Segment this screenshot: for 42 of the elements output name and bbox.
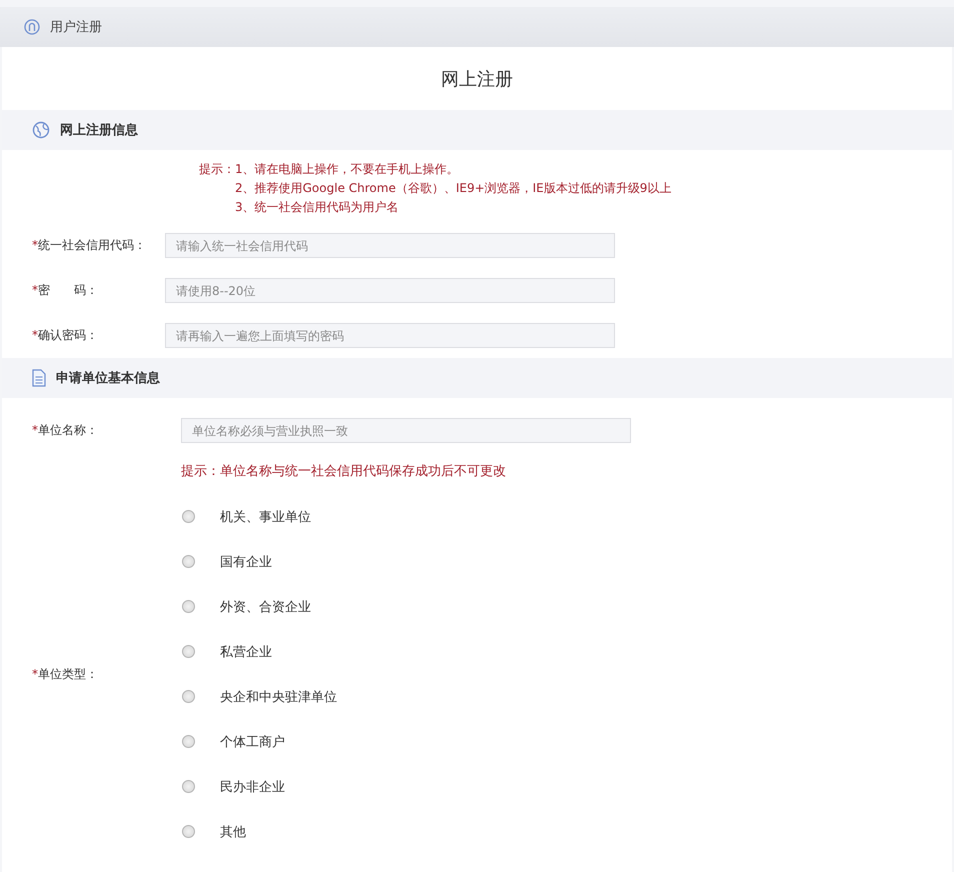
radio-button[interactable] <box>182 735 195 748</box>
required-mark: * <box>32 423 38 437</box>
tip-label: 提示： <box>199 161 235 178</box>
required-mark: * <box>32 238 38 252</box>
radio-button[interactable] <box>182 555 195 568</box>
radio-button[interactable] <box>182 510 195 523</box>
input-field[interactable]: 单位名称必须与营业执照一致 <box>181 418 631 443</box>
radio-button[interactable] <box>182 780 195 793</box>
radio-label[interactable]: 私营企业 <box>220 642 272 660</box>
radio-label[interactable]: 央企和中央驻津单位 <box>220 688 337 706</box>
required-mark: * <box>32 283 38 297</box>
radio-label[interactable]: 国有企业 <box>220 552 272 570</box>
document-icon <box>32 369 46 387</box>
required-mark: * <box>32 328 38 342</box>
radio-button[interactable] <box>182 600 195 613</box>
field-label: 密 码： <box>38 283 98 297</box>
page-title: 网上注册 <box>440 68 514 92</box>
tip-text: 提示：单位名称与统一社会信用代码保存成功后不可更改 <box>180 463 507 481</box>
radio-label[interactable]: 个体工商户 <box>220 732 285 750</box>
input-field[interactable]: 请输入统一社会信用代码 <box>165 233 615 258</box>
input-field[interactable]: 请使用8--20位 <box>165 278 615 303</box>
section-title: 网上注册信息 <box>60 122 138 139</box>
tip-text: 1、请在电脑上操作，不要在手机上操作。 <box>235 161 460 178</box>
radio-label[interactable]: 民办非企业 <box>220 778 285 796</box>
radio-button[interactable] <box>182 825 195 838</box>
header-title: 用户注册 <box>50 19 102 36</box>
input-field[interactable]: 请再输入一遍您上面填写的密码 <box>165 323 615 348</box>
radio-label[interactable]: 其他 <box>220 822 246 840</box>
globe-icon <box>32 121 50 139</box>
field-label: 单位类型： <box>38 666 98 680</box>
section-title: 申请单位基本信息 <box>56 370 160 387</box>
radio-button[interactable] <box>182 690 195 703</box>
required-mark: * <box>32 666 38 680</box>
field-label: 统一社会信用代码： <box>38 238 146 252</box>
field-label: 单位名称： <box>38 423 98 437</box>
radio-label[interactable]: 外资、合资企业 <box>220 598 311 616</box>
user-icon <box>24 19 40 35</box>
radio-button[interactable] <box>182 645 195 658</box>
radio-label[interactable]: 机关、事业单位 <box>220 508 311 526</box>
tip-text: 2、推荐使用Google Chrome（谷歌）、IE9+浏览器，IE版本过低的请升级9以上 <box>235 180 672 197</box>
tip-text: 3、统一社会信用代码为用户名 <box>235 199 400 216</box>
field-label: 确认密码： <box>38 328 98 342</box>
